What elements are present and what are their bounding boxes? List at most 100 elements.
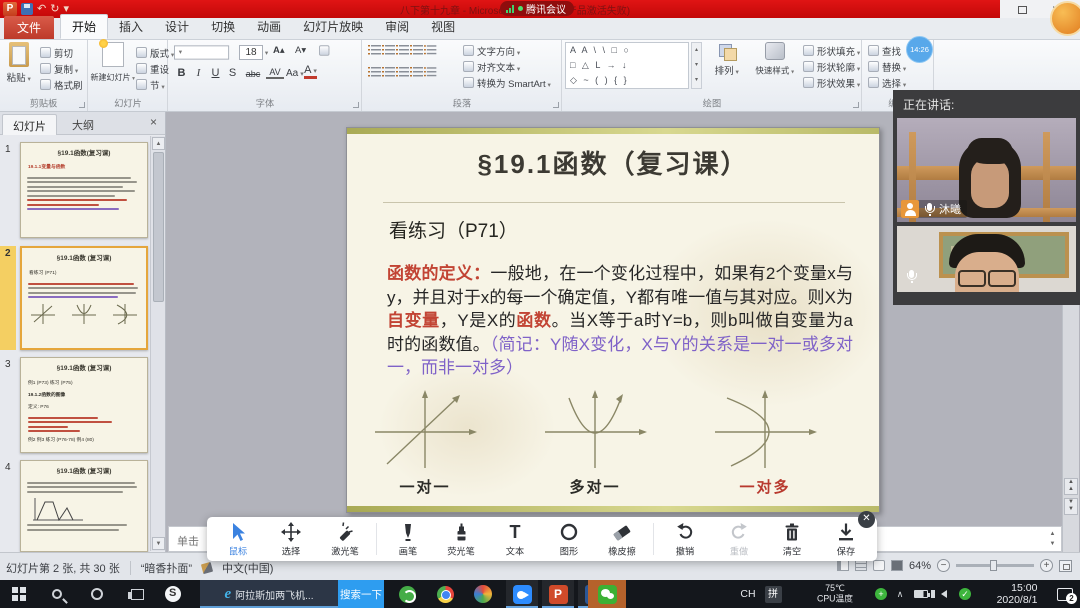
slide-thumbnail-4[interactable]: 4 §19.1函数 (复习课): [0, 460, 150, 552]
zoom-level[interactable]: 64%: [909, 560, 931, 572]
ime-button[interactable]: 拼: [762, 580, 784, 608]
tab-设计[interactable]: 设计: [154, 15, 200, 38]
next-slide-icon[interactable]: ▼ ▼: [1064, 498, 1078, 515]
tray-app2-button[interactable]: ✓: [956, 580, 974, 608]
arrange-button[interactable]: 排列: [709, 42, 745, 77]
cpu-temp-widget[interactable]: 75℃CPU温度: [808, 581, 861, 607]
font-style-button[interactable]: B: [174, 67, 189, 79]
security-app-button[interactable]: [392, 580, 422, 608]
meeting-timer-bubble[interactable]: 14:26: [906, 36, 933, 63]
chrome-button[interactable]: [430, 580, 460, 608]
font-style-button[interactable]: A: [304, 64, 317, 79]
align-text-button[interactable]: 对齐文本: [463, 59, 523, 74]
shape-outline-button[interactable]: 形状轮廓: [803, 59, 863, 74]
copy-button[interactable]: 复制: [40, 61, 80, 76]
cut-button[interactable]: 剪切: [40, 45, 74, 60]
task-view-button[interactable]: [122, 580, 152, 608]
font-style-button[interactable]: Aa: [286, 68, 302, 79]
dialog-launcher-icon[interactable]: [79, 102, 85, 108]
tab-slides[interactable]: 幻灯片: [2, 114, 57, 135]
tab-视图[interactable]: 视图: [420, 15, 466, 38]
show-hidden-icons-button[interactable]: ∧: [892, 580, 908, 608]
slideshow-icon[interactable]: [891, 560, 903, 571]
anno-highlighter-button[interactable]: 荧光笔: [438, 521, 484, 558]
anno-redo-button[interactable]: 重做: [716, 521, 762, 558]
format-painter-button[interactable]: 格式刷: [40, 77, 84, 92]
align-right-icon[interactable]: [396, 66, 410, 78]
anno-text-button[interactable]: T文本: [492, 521, 538, 558]
taskbar-search-button[interactable]: [42, 580, 72, 608]
font-size-select[interactable]: 18: [239, 45, 269, 60]
shape-effects-button[interactable]: 形状效果: [803, 75, 863, 90]
tab-幻灯片放映[interactable]: 幻灯片放映: [292, 15, 374, 38]
align-center-icon[interactable]: [382, 66, 396, 78]
align-left-icon[interactable]: [368, 66, 382, 78]
zoom-slider-handle[interactable]: [990, 560, 997, 571]
font-style-button[interactable]: I: [191, 67, 206, 79]
numbering-icon[interactable]: [382, 44, 396, 56]
paste-button[interactable]: 粘贴: [6, 42, 32, 84]
language-bar[interactable]: CH: [736, 580, 760, 608]
smartart-button[interactable]: 转换为 SmartArt: [463, 75, 555, 90]
save-icon[interactable]: [21, 3, 33, 15]
anno-pen-button[interactable]: 画笔: [385, 521, 431, 558]
language-indicator[interactable]: 中文(中国): [222, 560, 273, 576]
tab-开始[interactable]: 开始: [60, 14, 108, 39]
zoom-out-icon[interactable]: −: [937, 559, 950, 572]
scroll-up-icon[interactable]: ▲: [152, 137, 165, 150]
anno-cursor-button[interactable]: 鼠标: [215, 521, 261, 558]
powerpoint-logo-icon[interactable]: P: [3, 2, 17, 16]
text-direction-button[interactable]: 文字方向: [463, 43, 523, 58]
slides-scrollbar[interactable]: ▲ ▼: [150, 136, 165, 551]
anno-trash-button[interactable]: 清空: [769, 521, 815, 558]
spelling-icon[interactable]: [201, 562, 213, 574]
clear-formatting-button[interactable]: [319, 45, 333, 56]
tray-app-button[interactable]: +: [872, 580, 890, 608]
search-now-button[interactable]: 搜索一下: [338, 580, 384, 608]
tab-审阅[interactable]: 审阅: [374, 15, 420, 38]
fit-to-window-icon[interactable]: [1059, 560, 1072, 572]
previous-slide-icon[interactable]: ▲ ▲: [1064, 478, 1078, 495]
video-participant-1[interactable]: 沐曦: [897, 118, 1076, 222]
meeting-badge[interactable]: 腾讯会议: [500, 1, 574, 16]
action-center-button[interactable]: 2: [1052, 580, 1078, 608]
new-slide-button[interactable]: 新建幻灯片: [92, 42, 134, 84]
ie-taskbar-button[interactable]: e 阿拉斯加两飞机...: [200, 580, 338, 608]
tab-outline[interactable]: 大纲: [62, 114, 104, 135]
decrease-indent-icon[interactable]: [396, 44, 410, 56]
scroll-down-icon[interactable]: ▼: [152, 537, 165, 550]
normal-view-icon[interactable]: [837, 560, 849, 571]
slide-canvas[interactable]: §19.1函数（复习课） 看练习（P71） 函数的定义：一般地，在一个变化过程中…: [346, 127, 880, 513]
zoom-slider[interactable]: [956, 564, 1034, 567]
clock[interactable]: 15:002020/8/1: [986, 580, 1048, 608]
powerpoint-taskbar-button[interactable]: P: [542, 580, 574, 608]
columns-icon[interactable]: [424, 66, 437, 77]
tab-插入[interactable]: 插入: [108, 15, 154, 38]
annotation-close-icon[interactable]: ✕: [858, 511, 875, 528]
close-panel-icon[interactable]: ×: [150, 115, 157, 129]
dialog-launcher-icon[interactable]: [353, 102, 359, 108]
font-style-button[interactable]: abc: [242, 69, 264, 79]
slide-thumbnail-2[interactable]: 2 §19.1函数 (复习课) 看练习 (P71): [0, 246, 150, 350]
notes-scroll-icon[interactable]: ▲▼: [1046, 529, 1059, 549]
grow-font-button[interactable]: A▴: [273, 45, 285, 56]
bullets-icon[interactable]: [368, 44, 382, 56]
font-name-select[interactable]: [174, 45, 232, 60]
line-spacing-icon[interactable]: [424, 44, 437, 55]
meeting-float-ball[interactable]: [1050, 1, 1080, 36]
anno-laser-button[interactable]: 激光笔: [322, 521, 368, 558]
find-button[interactable]: 查找: [868, 43, 902, 58]
start-button[interactable]: [4, 580, 34, 608]
anno-shape-button[interactable]: 图形: [546, 521, 592, 558]
shrink-font-button[interactable]: A▾: [295, 45, 307, 56]
justify-icon[interactable]: [410, 66, 424, 78]
font-style-button[interactable]: U: [208, 67, 223, 79]
tab-file[interactable]: 文件: [4, 16, 54, 39]
video-participant-2[interactable]: [897, 226, 1076, 292]
dialog-launcher-icon[interactable]: [553, 102, 559, 108]
slide-thumbnail-3[interactable]: 3 §19.1函数 (复习课) 例1 (P73) 练习 (P75) 19.1.2…: [0, 357, 150, 453]
cortana-button[interactable]: [82, 580, 112, 608]
tab-动画[interactable]: 动画: [246, 15, 292, 38]
reset-button[interactable]: 重设: [136, 61, 170, 76]
anno-undo-button[interactable]: 撤销: [662, 521, 708, 558]
